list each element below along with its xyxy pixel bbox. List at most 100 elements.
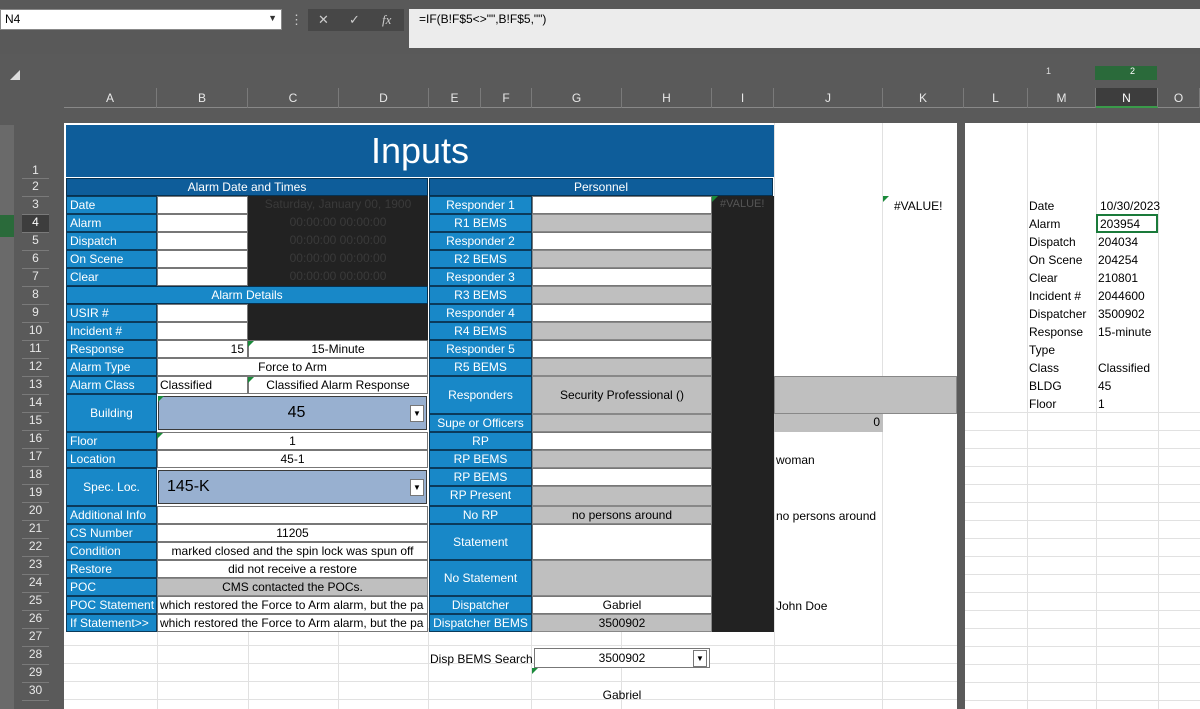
summary-value[interactable]: 45 [1098,378,1198,395]
cs-number-value[interactable]: 11205 [157,524,428,542]
row-header[interactable]: 6 [22,251,49,269]
col-header[interactable]: O [1158,88,1200,108]
chevron-down-icon[interactable]: ▼ [410,479,424,496]
dispatch-input[interactable] [157,232,248,250]
building-dropdown[interactable]: 45 ▼ [158,396,427,430]
alarm-class-value[interactable]: Classified [157,376,248,394]
row-header[interactable]: 23 [22,557,49,575]
row-header[interactable]: 21 [22,521,49,539]
row-header[interactable]: 28 [22,647,49,665]
statement-input[interactable] [532,524,712,560]
fx-icon[interactable]: fx [382,12,391,28]
row-header[interactable]: 13 [22,377,49,395]
floor-value[interactable]: 1 [157,432,428,450]
check-icon[interactable]: ✓ [349,12,360,28]
col-header[interactable]: E [429,88,481,108]
summary-label: Class [1029,361,1060,375]
responder1-input[interactable] [532,196,712,214]
row-header[interactable]: 24 [22,575,49,593]
row-header[interactable]: 9 [22,305,49,323]
row-header[interactable]: 8 [22,287,49,305]
col-header[interactable]: G [532,88,622,108]
col-header[interactable]: F [481,88,532,108]
summary-value[interactable]: 15-minute [1098,324,1198,341]
responder5-input[interactable] [532,340,712,358]
summary-value[interactable] [1098,342,1198,359]
row-header[interactable]: 29 [22,665,49,683]
row-header[interactable]: 20 [22,503,49,521]
condition-value[interactable]: marked closed and the spin lock was spun… [157,542,428,560]
row-header[interactable]: 5 [22,233,49,251]
col-header[interactable]: C [248,88,339,108]
row-header[interactable]: 27 [22,629,49,647]
summary-value[interactable]: 210801 [1098,270,1198,287]
chevron-down-icon[interactable]: ▼ [268,13,277,23]
chevron-down-icon[interactable]: ▼ [693,650,707,667]
rp-input[interactable] [532,432,712,450]
summary-value[interactable]: 204254 [1098,252,1198,269]
disp-bems-search-dropdown[interactable]: 3500902 ▼ [534,648,710,668]
col-header[interactable]: K [883,88,964,108]
col-header[interactable]: I [712,88,774,108]
summary-value[interactable]: 1 [1098,396,1198,413]
responder3-input[interactable] [532,268,712,286]
date-input[interactable] [157,196,248,214]
incident-input[interactable] [157,322,248,340]
col-header[interactable]: D [339,88,429,108]
col-header[interactable]: A [64,88,157,108]
close-icon[interactable]: ✕ [318,12,329,28]
spec-loc-dropdown[interactable]: 145-K ▼ [158,470,427,504]
rp-bems-input[interactable] [532,468,712,486]
col-header[interactable]: J [774,88,883,108]
row-header[interactable]: 25 [22,593,49,611]
row-header[interactable]: 14 [22,395,49,413]
summary-value[interactable]: Classified [1098,360,1198,377]
row-header[interactable]: 18 [22,467,49,485]
summary-value[interactable]: 3500902 [1098,306,1198,323]
row-header[interactable]: 10 [22,323,49,341]
row-header[interactable]: 30 [22,683,49,701]
alarm-type-value[interactable]: Force to Arm [157,358,428,376]
poc-value: CMS contacted the POCs. [157,578,428,596]
row-header[interactable]: 11 [22,341,49,359]
formula-input[interactable]: =IF(B!F$5<>"",B!F$5,"") [409,9,1200,48]
onscene-input[interactable] [157,250,248,268]
chevron-down-icon[interactable]: ▼ [410,405,424,422]
row-header[interactable]: 19 [22,485,49,503]
summary-value[interactable]: 2044600 [1098,288,1198,305]
row-header[interactable]: 26 [22,611,49,629]
additional-info-input[interactable] [157,506,428,524]
col-header[interactable]: B [157,88,248,108]
col-header[interactable]: L [964,88,1028,108]
location-value[interactable]: 45-1 [157,450,428,468]
alarm-input[interactable] [157,214,248,232]
summary-value[interactable]: 204034 [1098,234,1198,251]
row-header[interactable]: 1 [22,125,49,179]
dispatcher-value[interactable]: Gabriel [532,596,712,614]
col-header[interactable]: H [622,88,712,108]
row-header[interactable]: 15 [22,413,49,431]
select-all-icon[interactable] [10,70,20,80]
response-number[interactable]: 15 [157,340,248,358]
row-header[interactable]: 2 [22,179,49,197]
responder2-input[interactable] [532,232,712,250]
summary-value[interactable]: 10/30/2023 [1100,198,1200,215]
usir-input[interactable] [157,304,248,322]
col-header-selected[interactable]: N [1096,88,1158,108]
value-error-k: #VALUE! [894,199,943,213]
row-header[interactable]: 22 [22,539,49,557]
dispatcher-name-text: John Doe [776,599,828,613]
row-header-selected[interactable]: 4 [22,215,49,233]
name-box[interactable]: N4 ▼ [0,9,282,30]
row-header[interactable]: 12 [22,359,49,377]
row-header[interactable]: 17 [22,449,49,467]
row-header[interactable]: 3 [22,197,49,215]
responder4-input[interactable] [532,304,712,322]
restore-value[interactable]: did not receive a restore [157,560,428,578]
row-header[interactable]: 16 [22,431,49,449]
more-options-icon[interactable]: ⋮ [290,12,303,28]
row-header[interactable]: 7 [22,269,49,287]
summary-value-selected[interactable]: 203954 [1096,214,1158,233]
col-header[interactable]: M [1028,88,1096,108]
clear-input[interactable] [157,268,248,286]
